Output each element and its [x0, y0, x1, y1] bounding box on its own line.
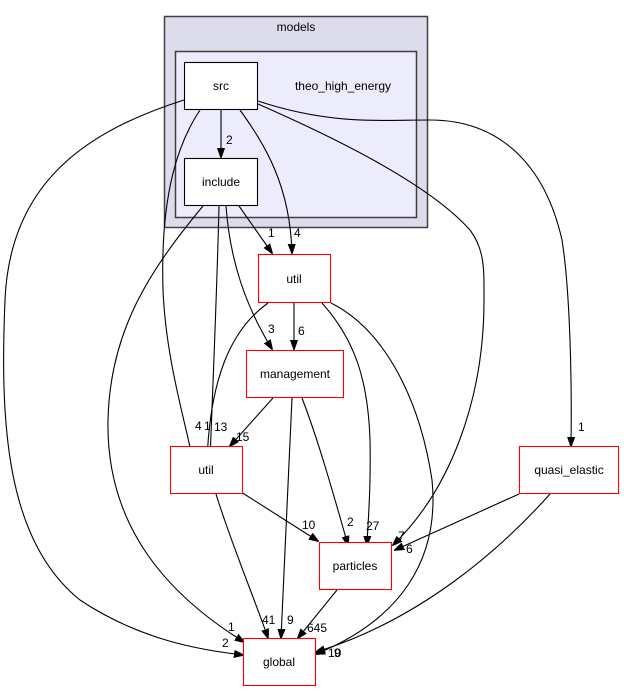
node-include[interactable]: include: [183, 157, 259, 207]
edge-label-src-util-mid: 4: [195, 419, 202, 433]
edge-label-util-mid-particles: 10: [302, 518, 316, 532]
edge-label-util-top-particles: 27: [366, 519, 380, 533]
edge-label-include-global: 1: [228, 620, 235, 634]
edge-label-management-particles: 2: [347, 515, 354, 529]
node-src-label: src: [213, 79, 229, 93]
node-include-label: include: [202, 175, 240, 189]
dependency-graph: models theo_high_energy 2 4 4 2 7 1 1 3 …: [3, 15, 620, 687]
node-quasi-elastic[interactable]: quasi_elastic: [518, 445, 620, 495]
edge-label-util-top-util-mid: 1: [204, 419, 211, 433]
node-util-mid[interactable]: util: [169, 445, 244, 495]
edge-label-management-global: 9: [287, 613, 294, 627]
edge-label-particles-global: 645: [307, 621, 327, 635]
cluster-models-title: models: [277, 20, 316, 34]
node-particles-label: particles: [333, 559, 378, 573]
edge-label-include-management: 3: [268, 322, 275, 336]
node-particles[interactable]: particles: [318, 541, 393, 591]
cluster-theo-high-energy-title: theo_high_energy: [295, 79, 391, 93]
edge-label-src-quasi-elastic: 1: [578, 420, 585, 434]
node-src[interactable]: src: [183, 61, 259, 111]
node-global[interactable]: global: [242, 637, 317, 687]
edge-util-top-particles[interactable]: [321, 302, 370, 545]
edge-label-management-util-mid: 15: [236, 430, 250, 444]
edge-label-include-util-mid: 13: [214, 420, 228, 434]
edge-label-src-util-top: 4: [294, 226, 301, 240]
node-util-top-label: util: [286, 272, 301, 286]
edge-label-src-particles: 7: [398, 529, 405, 543]
edge-label-util-mid-global: 41: [262, 613, 276, 627]
node-util-mid-label: util: [198, 463, 213, 477]
edge-label-src-include: 2: [226, 133, 233, 147]
node-global-label: global: [263, 655, 295, 669]
edge-label-util-top-management: 6: [298, 324, 305, 338]
node-quasi-elastic-label: quasi_elastic: [534, 463, 603, 477]
edge-label-quasi-elastic-particles: 6: [406, 542, 413, 556]
edge-label-include-util-top: 1: [268, 226, 275, 240]
edge-label-quasi-elastic-global: 9: [334, 646, 341, 660]
edge-util-mid-particles[interactable]: [240, 491, 318, 541]
node-management[interactable]: management: [245, 349, 345, 399]
edge-util-mid-global[interactable]: [215, 493, 268, 638]
edge-label-src-global: 2: [222, 636, 229, 650]
node-management-label: management: [260, 367, 331, 381]
node-util-top[interactable]: util: [257, 253, 332, 304]
